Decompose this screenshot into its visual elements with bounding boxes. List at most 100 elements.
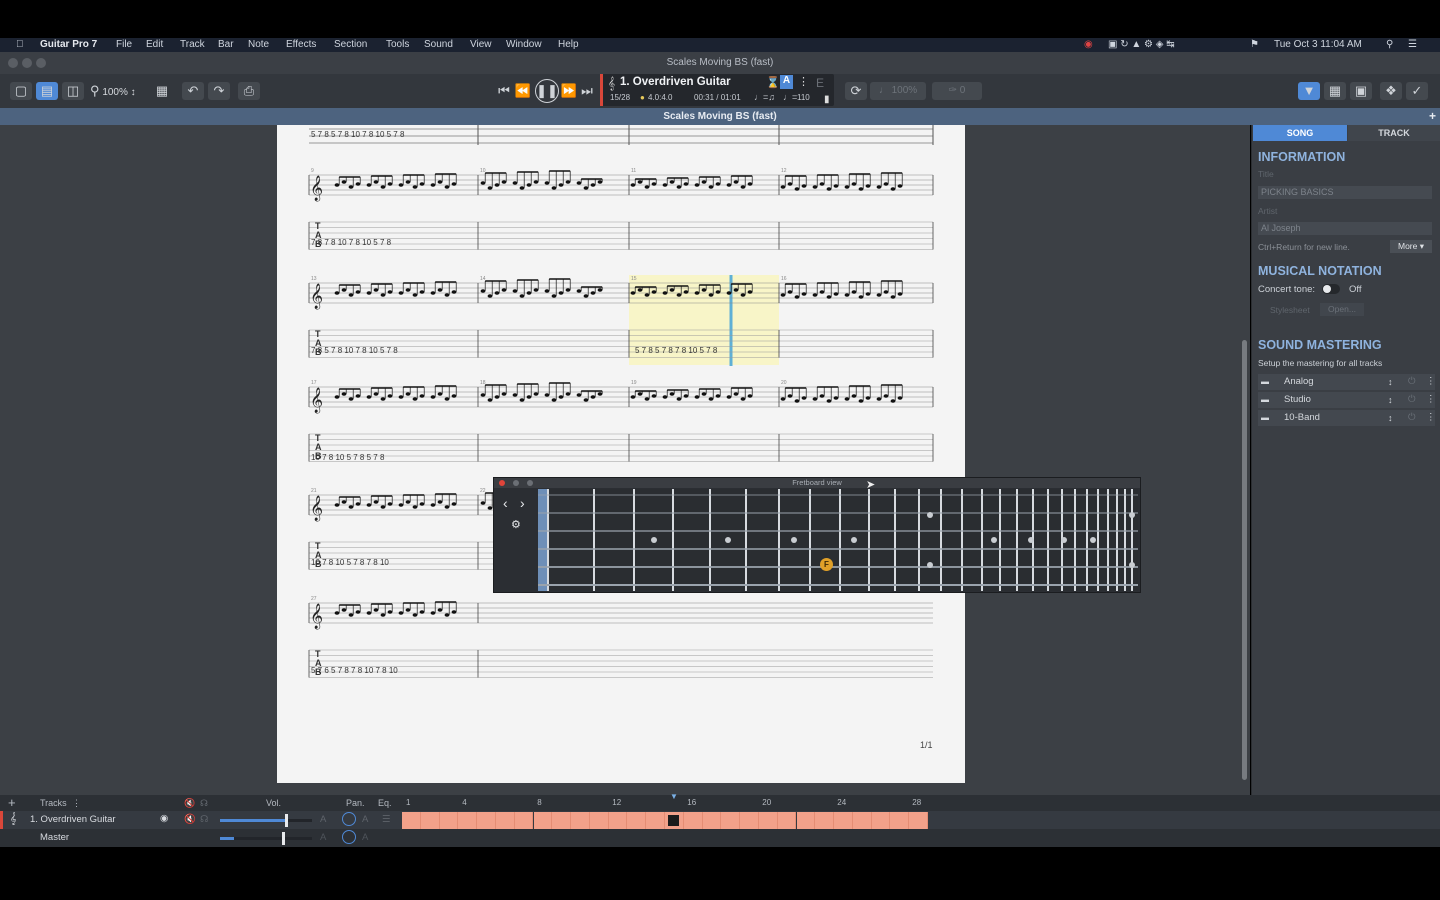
visibility-eye-icon[interactable]: ◉ [160,813,168,824]
loop-icon[interactable]: ⟳ [845,82,867,100]
menu-section[interactable]: Section [334,39,367,50]
print-icon[interactable]: ⎙ [238,82,260,100]
auto-scroll-icon[interactable]: A [780,75,793,89]
master-volume-handle[interactable] [282,832,285,845]
zoom-stepper-icon[interactable]: ↕ [131,87,136,98]
next-icon[interactable]: › [520,495,525,511]
track-bar-cell[interactable] [777,812,797,829]
track-bar-cell[interactable] [740,812,759,829]
track-bar-cell[interactable] [852,812,872,829]
menu-tools[interactable]: Tools [386,39,409,50]
track-name[interactable]: 1. Overdriven Guitar [30,814,116,825]
fretboard-window[interactable]: Fretboard view ‹ › ⚙ F [493,477,1141,593]
playhead-marker-icon[interactable]: ▼ [670,792,678,801]
track-bar-cell[interactable] [589,812,609,829]
speed-control[interactable]: ♩ 100% [870,82,926,100]
track-bar-cell[interactable] [514,812,534,829]
menubar-clock[interactable]: Tue Oct 3 11:04 AM [1274,39,1362,50]
effect-stepper-icon[interactable]: ↕ [1388,392,1393,408]
track-bar-cell[interactable] [815,812,835,829]
audio-output-icon[interactable]: ❖ [1380,82,1402,100]
go-to-start-icon[interactable]: ⏮ [496,82,512,100]
tab-song[interactable]: SONG [1253,125,1347,141]
effect-menu-icon[interactable]: ⋮ [1426,410,1436,426]
effect-10band-row[interactable]: ▬ 10-Band ↕ ⏻ ⋮ [1258,410,1436,426]
more-button[interactable]: More ▾ [1390,240,1432,253]
timeline-bar-number[interactable]: 28 [912,798,921,807]
track-bar-cell[interactable] [533,812,553,829]
document-tab[interactable]: Scales Moving BS (fast) + [0,108,1440,125]
timeline-bar-number[interactable]: 16 [687,798,696,807]
pause-icon[interactable]: ❚❚ [535,79,559,103]
timeline-bar-number[interactable]: 20 [762,798,771,807]
effect-menu-icon[interactable]: ⋮ [1426,374,1436,390]
track-bar-cell[interactable] [552,812,572,829]
effect-studio-row[interactable]: ▬ Studio ↕ ⏻ ⋮ [1258,392,1436,408]
master-pan-auto-icon[interactable]: A [362,832,368,843]
track-bar-cell[interactable] [646,812,665,829]
volume-slider[interactable] [220,814,312,827]
track-bar-cell[interactable] [608,812,628,829]
volume-handle[interactable] [285,814,288,827]
menu-edit[interactable]: Edit [146,39,163,50]
track-bar-cell[interactable] [402,812,421,829]
multitrack-icon[interactable]: ▦ [150,82,174,100]
track-bar-cell[interactable] [683,812,703,829]
layout-panel-icon[interactable]: ◫ [62,82,84,100]
fretboard-zoom-icon[interactable] [527,480,533,486]
menu-track[interactable]: Track [180,39,205,50]
track-bar-cell[interactable] [871,812,891,829]
tuner-icon[interactable]: ✓ [1406,82,1428,100]
stylesheet-open-button[interactable]: Open... [1320,303,1364,316]
undo-icon[interactable]: ↶ [182,82,204,100]
keyboard-view-icon[interactable]: ▣ [1350,82,1372,100]
master-volume-slider[interactable] [220,832,312,845]
menu-file[interactable]: File [116,39,132,50]
tab-track[interactable]: TRACK [1348,125,1440,141]
title-field[interactable]: PICKING BASICS [1258,186,1432,199]
add-tab-icon[interactable]: + [1429,108,1436,125]
fast-forward-icon[interactable]: ⏩ [560,82,578,100]
menu-effects[interactable]: Effects [286,39,316,50]
layout-screen-icon[interactable]: ▤ [36,82,58,100]
menu-bar[interactable]: Bar [218,39,234,50]
timeline-bar-number[interactable]: 24 [837,798,846,807]
spotlight-search-icon[interactable]: ⚲ [1386,39,1393,50]
effect-menu-icon[interactable]: ⋮ [1426,392,1436,408]
fret-note-marker[interactable]: F [820,558,833,571]
fretboard-settings-icon[interactable]: ⚙ [511,518,521,531]
menu-help[interactable]: Help [558,39,579,50]
concert-tone-toggle[interactable] [1322,284,1340,294]
track-bar-cell[interactable] [571,812,590,829]
volume-auto-icon[interactable]: A [320,814,326,825]
track-bar-cell[interactable] [721,812,741,829]
effect-stepper-icon[interactable]: ↕ [1388,374,1393,390]
layout-page-icon[interactable]: ▢ [10,82,32,100]
previous-icon[interactable]: ‹ [503,495,508,511]
track-bar-cell[interactable] [796,812,816,829]
fretboard-minimize-icon[interactable] [513,480,519,486]
timeline-bar-number[interactable]: 1 [406,798,410,807]
close-window-icon[interactable] [8,58,18,68]
pan-auto-icon[interactable]: A [362,814,368,825]
fretboard-close-icon[interactable] [499,480,505,486]
menu-sound[interactable]: Sound [424,39,453,50]
effect-analog-row[interactable]: ▬ Analog ↕ ⏻ ⋮ [1258,374,1436,390]
count-in-control[interactable]: ✑ 0 [932,82,982,100]
track-bar-cell[interactable] [477,812,496,829]
track-bar-cell[interactable] [665,812,684,829]
eq-icon[interactable]: ☰ [382,814,391,825]
menu-window[interactable]: Window [506,39,542,50]
track-row-overdriven-guitar[interactable]: 𝄞 1. Overdriven Guitar ◉ 🔇 ☊ A A ☰ [0,811,1440,829]
track-lcd-display[interactable]: 𝄞 1. Overdriven Guitar 15/28 ● 4.0:4.0 0… [600,74,834,106]
menu-note[interactable]: Note [248,39,269,50]
master-pan-knob[interactable] [342,830,356,844]
redo-icon[interactable]: ↷ [208,82,230,100]
instrument-view-icon[interactable]: ▼ [1298,82,1320,100]
minimize-window-icon[interactable] [22,58,32,68]
track-bar-cell[interactable] [495,812,515,829]
track-row-master[interactable]: Master A A [0,829,1440,847]
effect-power-icon[interactable]: ⏻ [1408,410,1416,426]
timeline-bar-number[interactable]: 12 [612,798,621,807]
track-bars-strip[interactable] [402,812,928,829]
